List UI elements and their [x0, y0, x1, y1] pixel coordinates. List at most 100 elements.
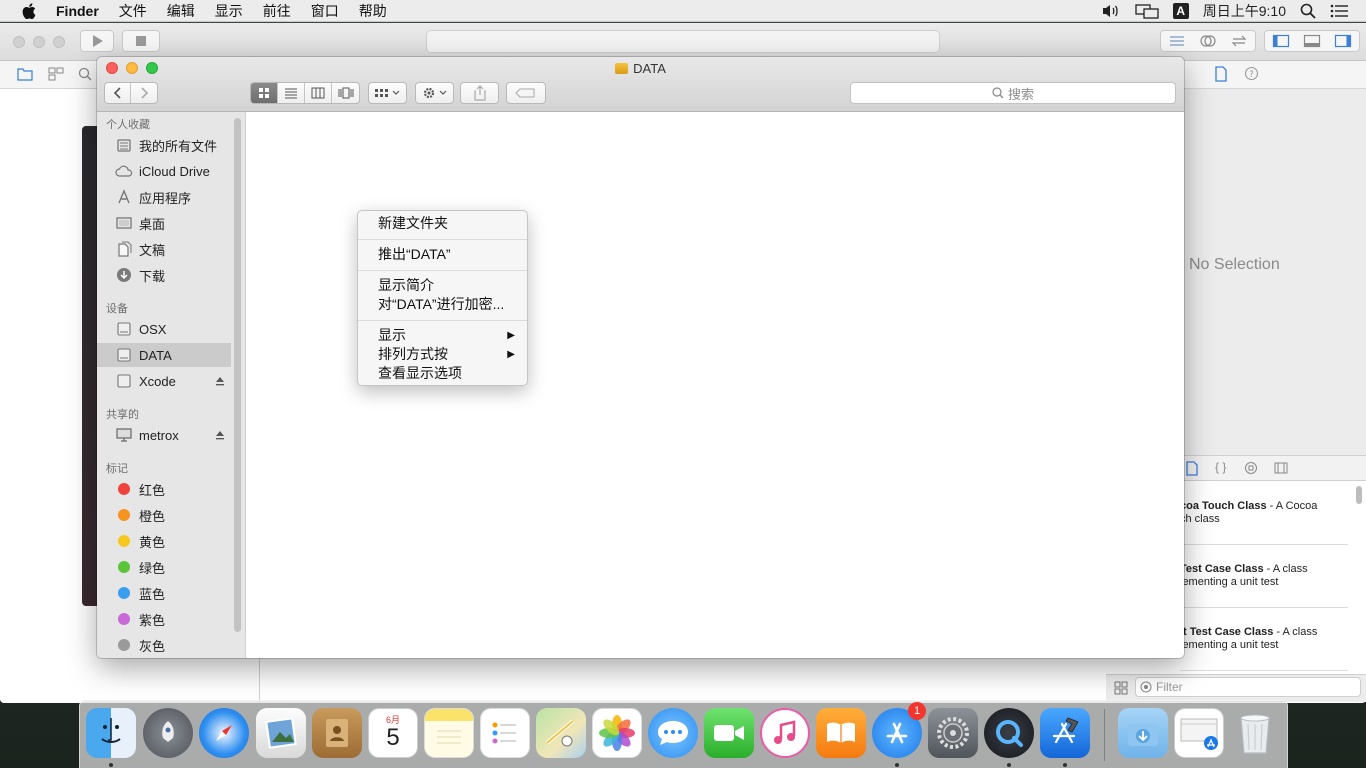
object-library-icon[interactable] [1244, 461, 1258, 478]
sidebar-item-osx[interactable]: OSX [97, 317, 231, 341]
quick-help-icon[interactable]: ? [1244, 66, 1259, 84]
menu-edit[interactable]: 编辑 [157, 0, 205, 22]
eject-icon[interactable] [215, 428, 225, 443]
dock-ibooks-icon[interactable] [816, 708, 866, 758]
menu-item-new-folder[interactable]: 新建文件夹 [358, 214, 527, 233]
arrange-button[interactable] [368, 82, 407, 104]
edit-tags-button[interactable] [506, 82, 546, 104]
back-button[interactable] [105, 83, 131, 103]
code-snippet-library-icon[interactable]: { } [1215, 460, 1226, 474]
library-item[interactable]: coa Touch Class - A Cocoa ch class [1180, 500, 1350, 526]
dock-contacts-icon[interactable] [312, 708, 362, 758]
dock-system-preferences-icon[interactable] [928, 708, 978, 758]
dock-preview-icon[interactable] [256, 708, 306, 758]
sidebar-tag-purple[interactable]: 紫色 [97, 607, 231, 631]
debug-area-toggle-icon[interactable] [1296, 31, 1327, 51]
dock-document-stack-icon[interactable] [1174, 708, 1224, 758]
menu-file[interactable]: 文件 [109, 0, 157, 22]
menu-item-eject[interactable]: 推出“DATA” [358, 245, 527, 264]
dock-notes-icon[interactable] [424, 708, 474, 758]
eject-icon[interactable] [215, 374, 225, 389]
apple-menu-icon[interactable] [18, 0, 40, 22]
menu-help[interactable]: 帮助 [349, 0, 397, 22]
menu-window[interactable]: 窗口 [301, 0, 349, 22]
sidebar-tag-red[interactable]: 红色 [97, 477, 231, 501]
sidebar-item-data[interactable]: DATA [97, 343, 231, 367]
sidebar-tag-gray[interactable]: 灰色 [97, 633, 231, 657]
menu-finder[interactable]: Finder [46, 0, 109, 22]
xcode-zoom-button[interactable] [53, 36, 65, 48]
sidebar-tag-blue[interactable]: 蓝色 [97, 581, 231, 605]
menu-item-sort-by[interactable]: 排列方式按 ▶ [358, 345, 527, 364]
library-filter-input[interactable]: Filter [1135, 677, 1361, 697]
dock-itunes-icon[interactable] [760, 708, 810, 758]
run-button[interactable] [80, 30, 114, 52]
sidebar-item-xcode[interactable]: Xcode [97, 369, 231, 393]
menu-item-encrypt[interactable]: 对“DATA”进行加密... [358, 295, 527, 314]
share-button[interactable] [460, 82, 499, 104]
notification-center-icon[interactable] [1330, 4, 1348, 18]
library-item[interactable]: Test Case Class - A class lementing a un… [1180, 563, 1350, 589]
icon-view-button[interactable] [251, 83, 278, 103]
display-icon[interactable] [1135, 3, 1159, 19]
dock-reminders-icon[interactable] [480, 708, 530, 758]
clock-text[interactable]: 周日上午9:10 [1203, 1, 1286, 21]
sidebar-item-applications[interactable]: 应用程序 [97, 185, 231, 209]
utilities-toggle-icon[interactable] [1328, 31, 1359, 51]
stop-button[interactable] [122, 30, 160, 52]
menu-view[interactable]: 显示 [205, 0, 253, 22]
dock-safari-icon[interactable] [199, 708, 249, 758]
library-item[interactable]: it Test Case Class - A class lementing a… [1180, 626, 1350, 652]
dock-calendar-icon[interactable]: 6月 5 [368, 708, 418, 758]
library-grid-toggle-icon[interactable] [1114, 681, 1128, 698]
dock-app-store-icon[interactable]: 1 [872, 702, 926, 758]
list-view-button[interactable] [278, 83, 305, 103]
action-gear-button[interactable] [415, 82, 454, 104]
version-editor-icon[interactable] [1224, 31, 1255, 51]
dock-quicktime-icon[interactable] [984, 708, 1034, 758]
file-inspector-icon[interactable] [1214, 66, 1228, 85]
dock-facetime-icon[interactable] [704, 708, 754, 758]
menu-item-view[interactable]: 显示 ▶ [358, 326, 527, 345]
dock-trash-icon[interactable] [1230, 708, 1280, 758]
dock-messages-icon[interactable] [648, 708, 698, 758]
editor-mode-segment[interactable] [1160, 30, 1256, 52]
navigator-toggle-icon[interactable] [1265, 31, 1296, 51]
sidebar-item-all-my-files[interactable]: 我的所有文件 [97, 133, 231, 157]
volume-icon[interactable] [1101, 3, 1121, 19]
cover-flow-view-button[interactable] [332, 83, 359, 103]
sidebar-scrollbar[interactable] [234, 118, 241, 632]
sidebar-item-desktop[interactable]: 桌面 [97, 211, 231, 235]
standard-editor-icon[interactable] [1161, 31, 1192, 51]
dock-downloads-stack-icon[interactable] [1118, 708, 1168, 758]
project-navigator-icon[interactable] [17, 67, 33, 84]
dock-xcode-icon[interactable] [1040, 708, 1090, 758]
library-scrollbar[interactable] [1356, 486, 1362, 504]
find-navigator-icon[interactable] [78, 67, 92, 84]
input-method-icon[interactable]: A [1172, 3, 1189, 19]
sidebar-tag-orange[interactable]: 橙色 [97, 503, 231, 527]
sidebar-item-icloud-drive[interactable]: iCloud Drive [97, 159, 231, 183]
xcode-close-button[interactable] [13, 36, 25, 48]
forward-button[interactable] [131, 83, 157, 103]
media-library-icon[interactable] [1274, 461, 1288, 478]
symbol-navigator-icon[interactable] [48, 67, 64, 84]
sidebar-item-downloads[interactable]: 下载 [97, 263, 231, 287]
panel-toggle-segment[interactable] [1264, 30, 1360, 52]
assistant-editor-icon[interactable] [1192, 31, 1223, 51]
dock-photos-icon[interactable] [592, 708, 642, 758]
dock-launchpad-icon[interactable] [143, 708, 193, 758]
sidebar-tag-yellow[interactable]: 黄色 [97, 529, 231, 553]
xcode-minimize-button[interactable] [33, 36, 45, 48]
dock-maps-icon[interactable] [536, 708, 586, 758]
sidebar-item-documents[interactable]: 文稿 [97, 237, 231, 261]
sidebar-item-metrox[interactable]: metrox [97, 423, 231, 447]
menu-item-view-options[interactable]: 查看显示选项 [358, 364, 527, 383]
menu-go[interactable]: 前往 [253, 0, 301, 22]
file-template-library-icon[interactable] [1186, 461, 1198, 479]
dock-finder-icon[interactable] [86, 708, 136, 758]
menu-item-get-info[interactable]: 显示简介 [358, 276, 527, 295]
search-input[interactable]: 搜索 [850, 82, 1176, 104]
column-view-button[interactable] [305, 83, 332, 103]
spotlight-icon[interactable] [1300, 3, 1316, 19]
